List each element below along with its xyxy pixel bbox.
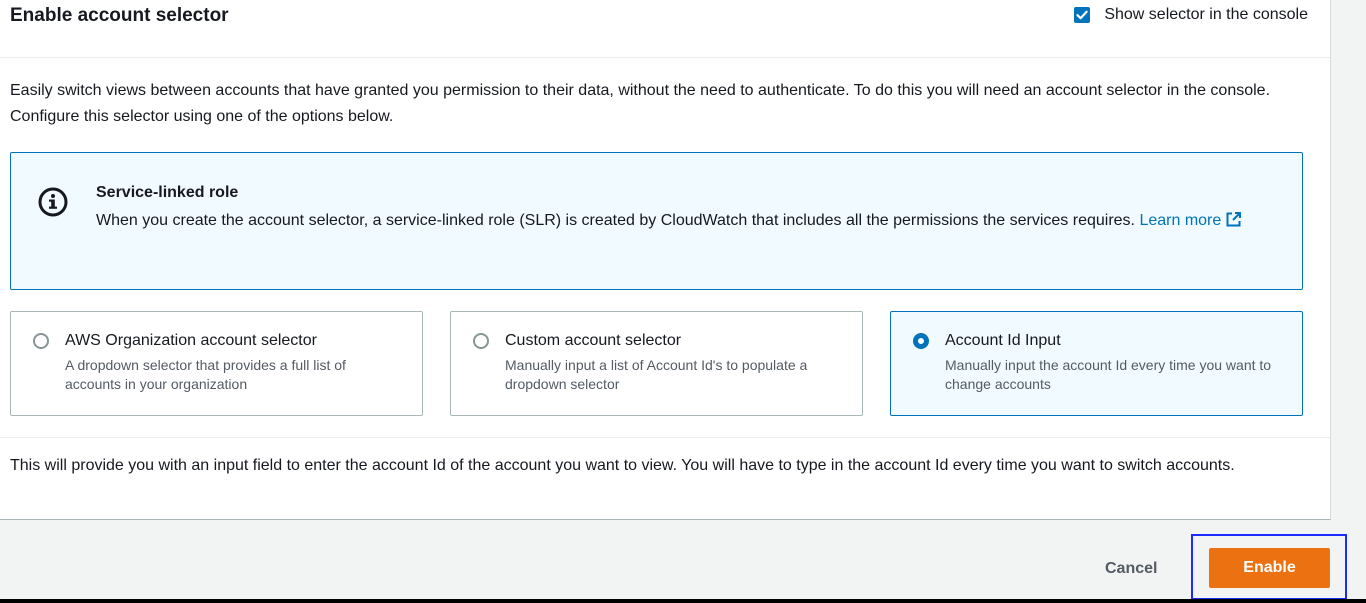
info-body: When you create the account selector, a … [96,208,1276,237]
option-aws-organization-selector[interactable]: AWS Organization account selector A drop… [10,311,423,416]
panel-title: Enable account selector [10,5,229,26]
panel-header: Enable account selector Show selector in… [0,0,1330,58]
option-title: Custom account selector [505,332,682,349]
info-body-text: When you create the account selector, a … [96,212,1135,229]
divider [0,437,1330,438]
show-selector-label: Show selector in the console [1104,6,1308,23]
enable-account-selector-panel: Enable account selector Show selector in… [0,0,1331,520]
option-custom-account-selector[interactable]: Custom account selector Manually input a… [450,311,863,416]
learn-more-label[interactable]: Learn more [1139,212,1221,229]
cancel-button[interactable]: Cancel [1093,555,1169,583]
service-linked-role-info-box: Service-linked role When you create the … [10,152,1303,290]
bottom-bar [0,599,1366,603]
intro-text: Easily switch views between accounts tha… [10,82,1271,125]
selection-note: This will provide you with an input fiel… [10,457,1235,474]
radio-selected-icon[interactable] [913,333,929,349]
option-title: AWS Organization account selector [65,332,317,349]
option-description: Manually input the account Id every time… [945,357,1272,392]
external-link-icon[interactable] [1225,211,1242,237]
enable-button[interactable]: Enable [1209,548,1330,588]
option-description: A dropdown selector that provides a full… [65,357,346,392]
radio-unselected-icon[interactable] [473,333,489,349]
option-description: Manually input a list of Account Id's to… [505,357,808,392]
radio-unselected-icon[interactable] [33,333,49,349]
option-account-id-input[interactable]: Account Id Input Manually input the acco… [890,311,1303,416]
option-title: Account Id Input [945,332,1061,349]
learn-more-link[interactable]: Learn more [1139,212,1242,229]
info-title: Service-linked role [96,184,239,201]
show-selector-checkbox[interactable]: Show selector in the console [1074,4,1308,26]
info-icon [38,187,68,217]
checkbox-checked-icon[interactable] [1074,7,1091,23]
